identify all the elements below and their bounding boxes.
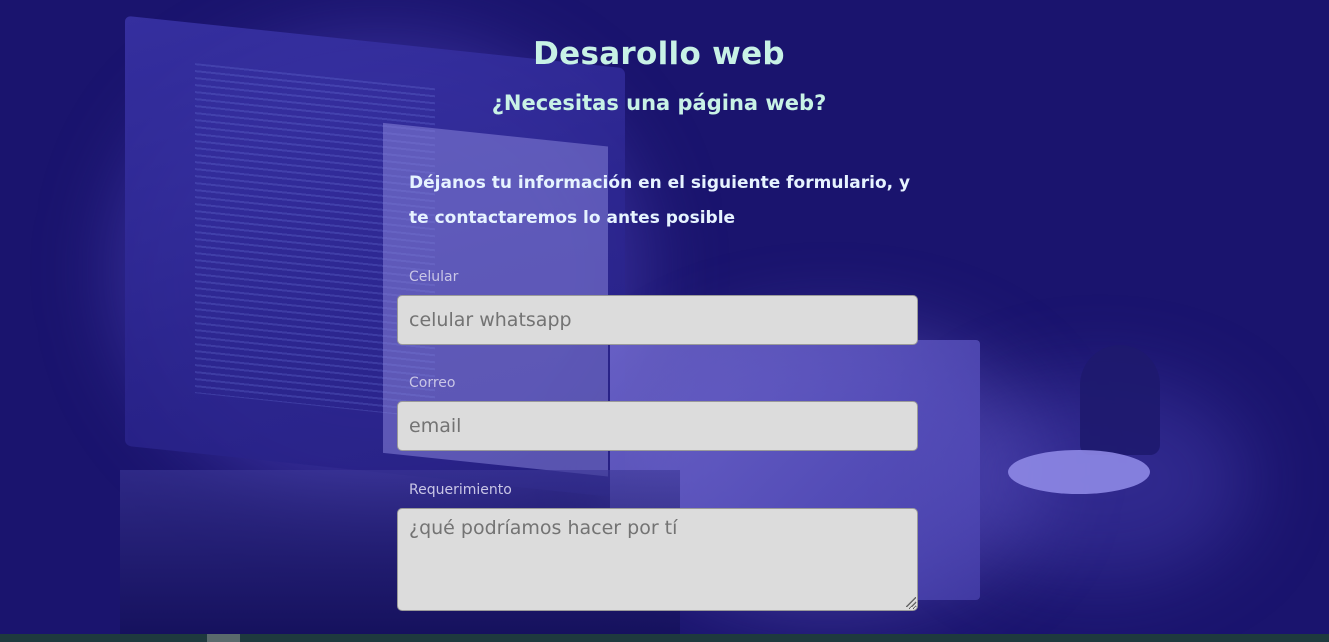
horizontal-scrollbar[interactable]	[0, 634, 1329, 642]
intro-text: Déjanos tu información en el siguiente f…	[409, 173, 911, 228]
correo-label: Correo	[409, 375, 456, 391]
scrollbar-thumb[interactable]	[207, 634, 240, 642]
email-input[interactable]	[397, 401, 918, 451]
celular-input[interactable]	[397, 295, 918, 345]
background-lamp-head	[1080, 345, 1160, 455]
requerimiento-textarea[interactable]	[397, 508, 918, 611]
textarea-resize-handle[interactable]	[906, 597, 916, 607]
celular-label: Celular	[409, 269, 459, 285]
background-lamp-light	[1008, 450, 1150, 494]
page-subtitle: ¿Necesitas una página web?	[491, 91, 827, 115]
page: Desarollo web ¿Necesitas una página web?…	[0, 0, 1329, 642]
page-title: Desarollo web	[533, 36, 785, 72]
requerimiento-label: Requerimiento	[409, 482, 512, 498]
